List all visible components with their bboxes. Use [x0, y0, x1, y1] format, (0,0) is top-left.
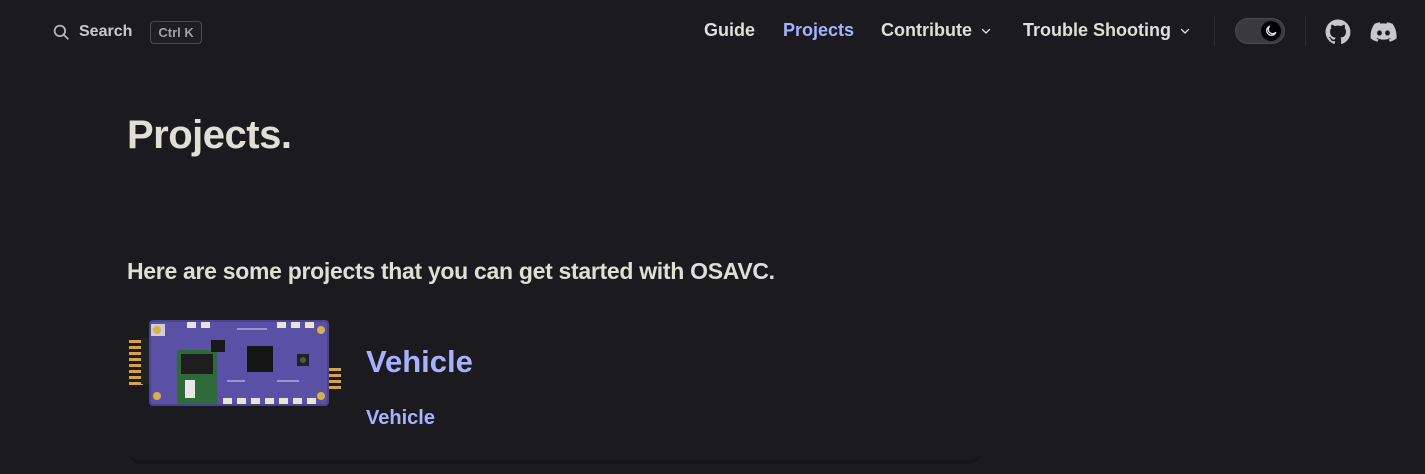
search-button[interactable]: Search Ctrl K — [52, 18, 202, 46]
top-navbar: Search Ctrl K Guide Projects Contribute … — [0, 0, 1425, 64]
discord-icon — [1370, 22, 1397, 42]
nav-menu-contribute-label: Contribute — [881, 20, 972, 40]
discord-link[interactable] — [1370, 19, 1397, 45]
toggle-knob — [1261, 21, 1281, 41]
github-icon — [1325, 19, 1351, 45]
page-title: Projects. — [127, 113, 292, 157]
moon-icon — [1266, 25, 1277, 36]
nav-menu-trouble-shooting[interactable]: Trouble Shooting — [1023, 20, 1191, 41]
chevron-down-icon — [1180, 28, 1190, 34]
nav-link-guide[interactable]: Guide — [704, 20, 755, 41]
project-title-link[interactable]: Vehicle — [366, 344, 473, 380]
project-card[interactable]: Vehicle Vehicle — [127, 306, 982, 464]
github-link[interactable] — [1325, 19, 1351, 45]
nav-menu-trouble-shooting-label: Trouble Shooting — [1023, 20, 1171, 40]
osavc-board-image — [129, 320, 341, 406]
nav-menu-contribute[interactable]: Contribute — [881, 20, 992, 41]
nav-divider — [1305, 16, 1306, 46]
chevron-down-icon — [981, 28, 991, 34]
page-intro: Here are some projects that you can get … — [127, 258, 775, 284]
nav-link-projects[interactable]: Projects — [783, 20, 854, 41]
search-label: Search — [79, 23, 133, 40]
nav-divider — [1214, 16, 1215, 46]
search-shortcut-badge: Ctrl K — [150, 20, 202, 44]
search-icon — [53, 24, 69, 40]
project-description-link[interactable]: Vehicle — [366, 407, 435, 430]
appearance-toggle[interactable] — [1235, 18, 1285, 44]
